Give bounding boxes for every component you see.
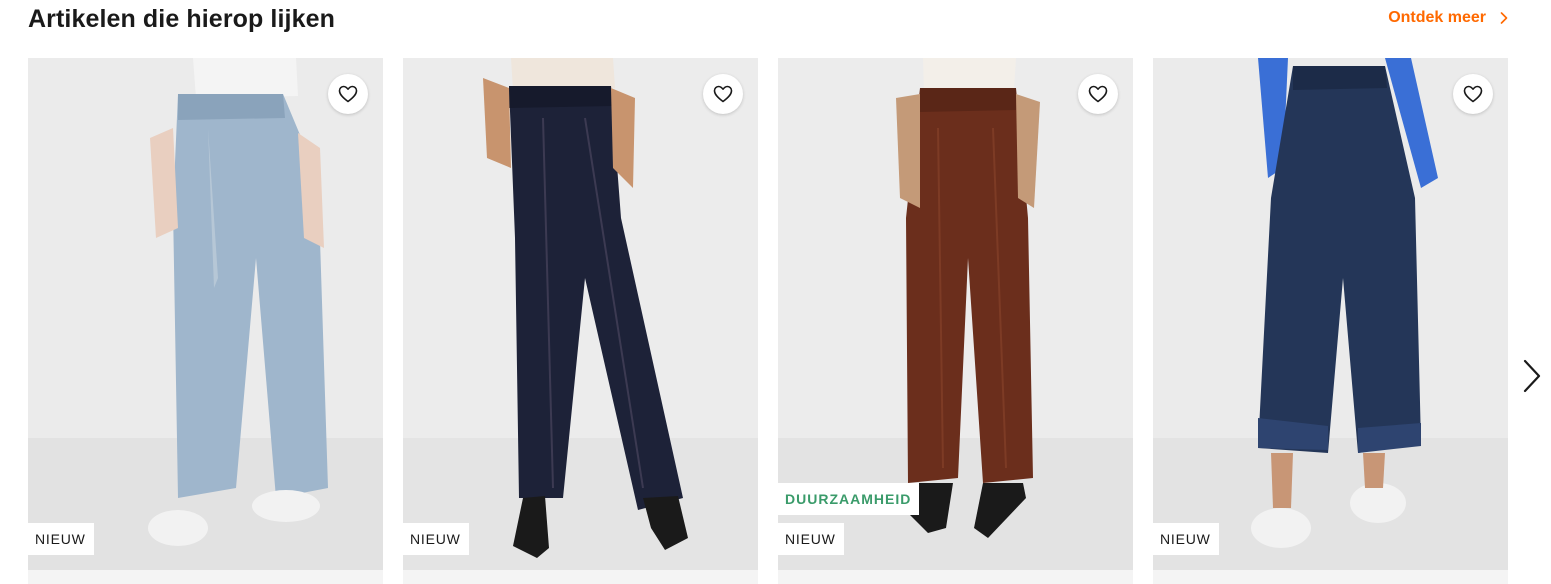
discover-more-link[interactable]: Ontdek meer (1388, 9, 1508, 27)
product-photo (403, 58, 758, 570)
card-footer (778, 570, 1133, 584)
heart-outline-icon (713, 85, 733, 103)
product-image[interactable]: NIEUW (28, 58, 383, 570)
card-footer (28, 570, 383, 584)
badge-new: NIEUW (1153, 523, 1219, 555)
product-photo (28, 58, 383, 570)
section-title: Artikelen die hierop lijken (28, 5, 335, 33)
badge-new: NIEUW (403, 523, 469, 555)
product-card[interactable]: NIEUW (28, 58, 383, 584)
product-image[interactable]: DUURZAAMHEID NIEUW (778, 58, 1133, 570)
carousel-next-button[interactable] (1518, 357, 1546, 395)
section-header: Artikelen die hierop lijken Ontdek meer (28, 0, 1508, 40)
chevron-right-icon (1500, 12, 1508, 24)
chevron-right-icon (1523, 359, 1541, 393)
product-image[interactable]: NIEUW (1153, 58, 1508, 570)
badge-new: NIEUW (28, 523, 94, 555)
card-footer (403, 570, 758, 584)
favorite-button[interactable] (1453, 74, 1493, 114)
product-photo (1153, 58, 1508, 570)
discover-more-label: Ontdek meer (1388, 9, 1486, 26)
product-card[interactable]: DUURZAAMHEID NIEUW (778, 58, 1133, 584)
product-card[interactable]: NIEUW (1153, 58, 1508, 584)
product-image[interactable]: NIEUW (403, 58, 758, 570)
heart-outline-icon (338, 85, 358, 103)
favorite-button[interactable] (703, 74, 743, 114)
heart-outline-icon (1463, 85, 1483, 103)
favorite-button[interactable] (1078, 74, 1118, 114)
badge-sustainability: DUURZAAMHEID (778, 483, 920, 515)
badge-new: NIEUW (778, 523, 844, 555)
favorite-button[interactable] (328, 74, 368, 114)
product-card[interactable]: NIEUW (403, 58, 758, 584)
heart-outline-icon (1088, 85, 1108, 103)
card-footer (1153, 570, 1508, 584)
